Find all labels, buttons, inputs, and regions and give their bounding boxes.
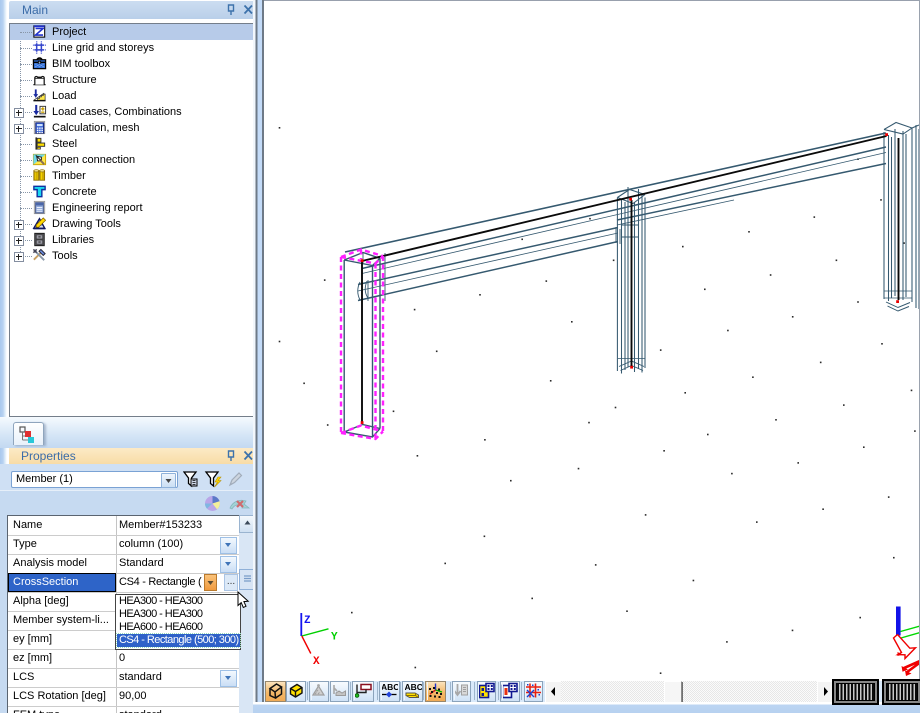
svg-text:X: X — [313, 656, 320, 668]
svg-text:ABC: ABC — [405, 682, 423, 692]
svg-text:Z: Z — [304, 615, 311, 627]
svg-text:ABC: ABC — [381, 682, 398, 692]
svg-text:Y: Y — [331, 632, 338, 644]
